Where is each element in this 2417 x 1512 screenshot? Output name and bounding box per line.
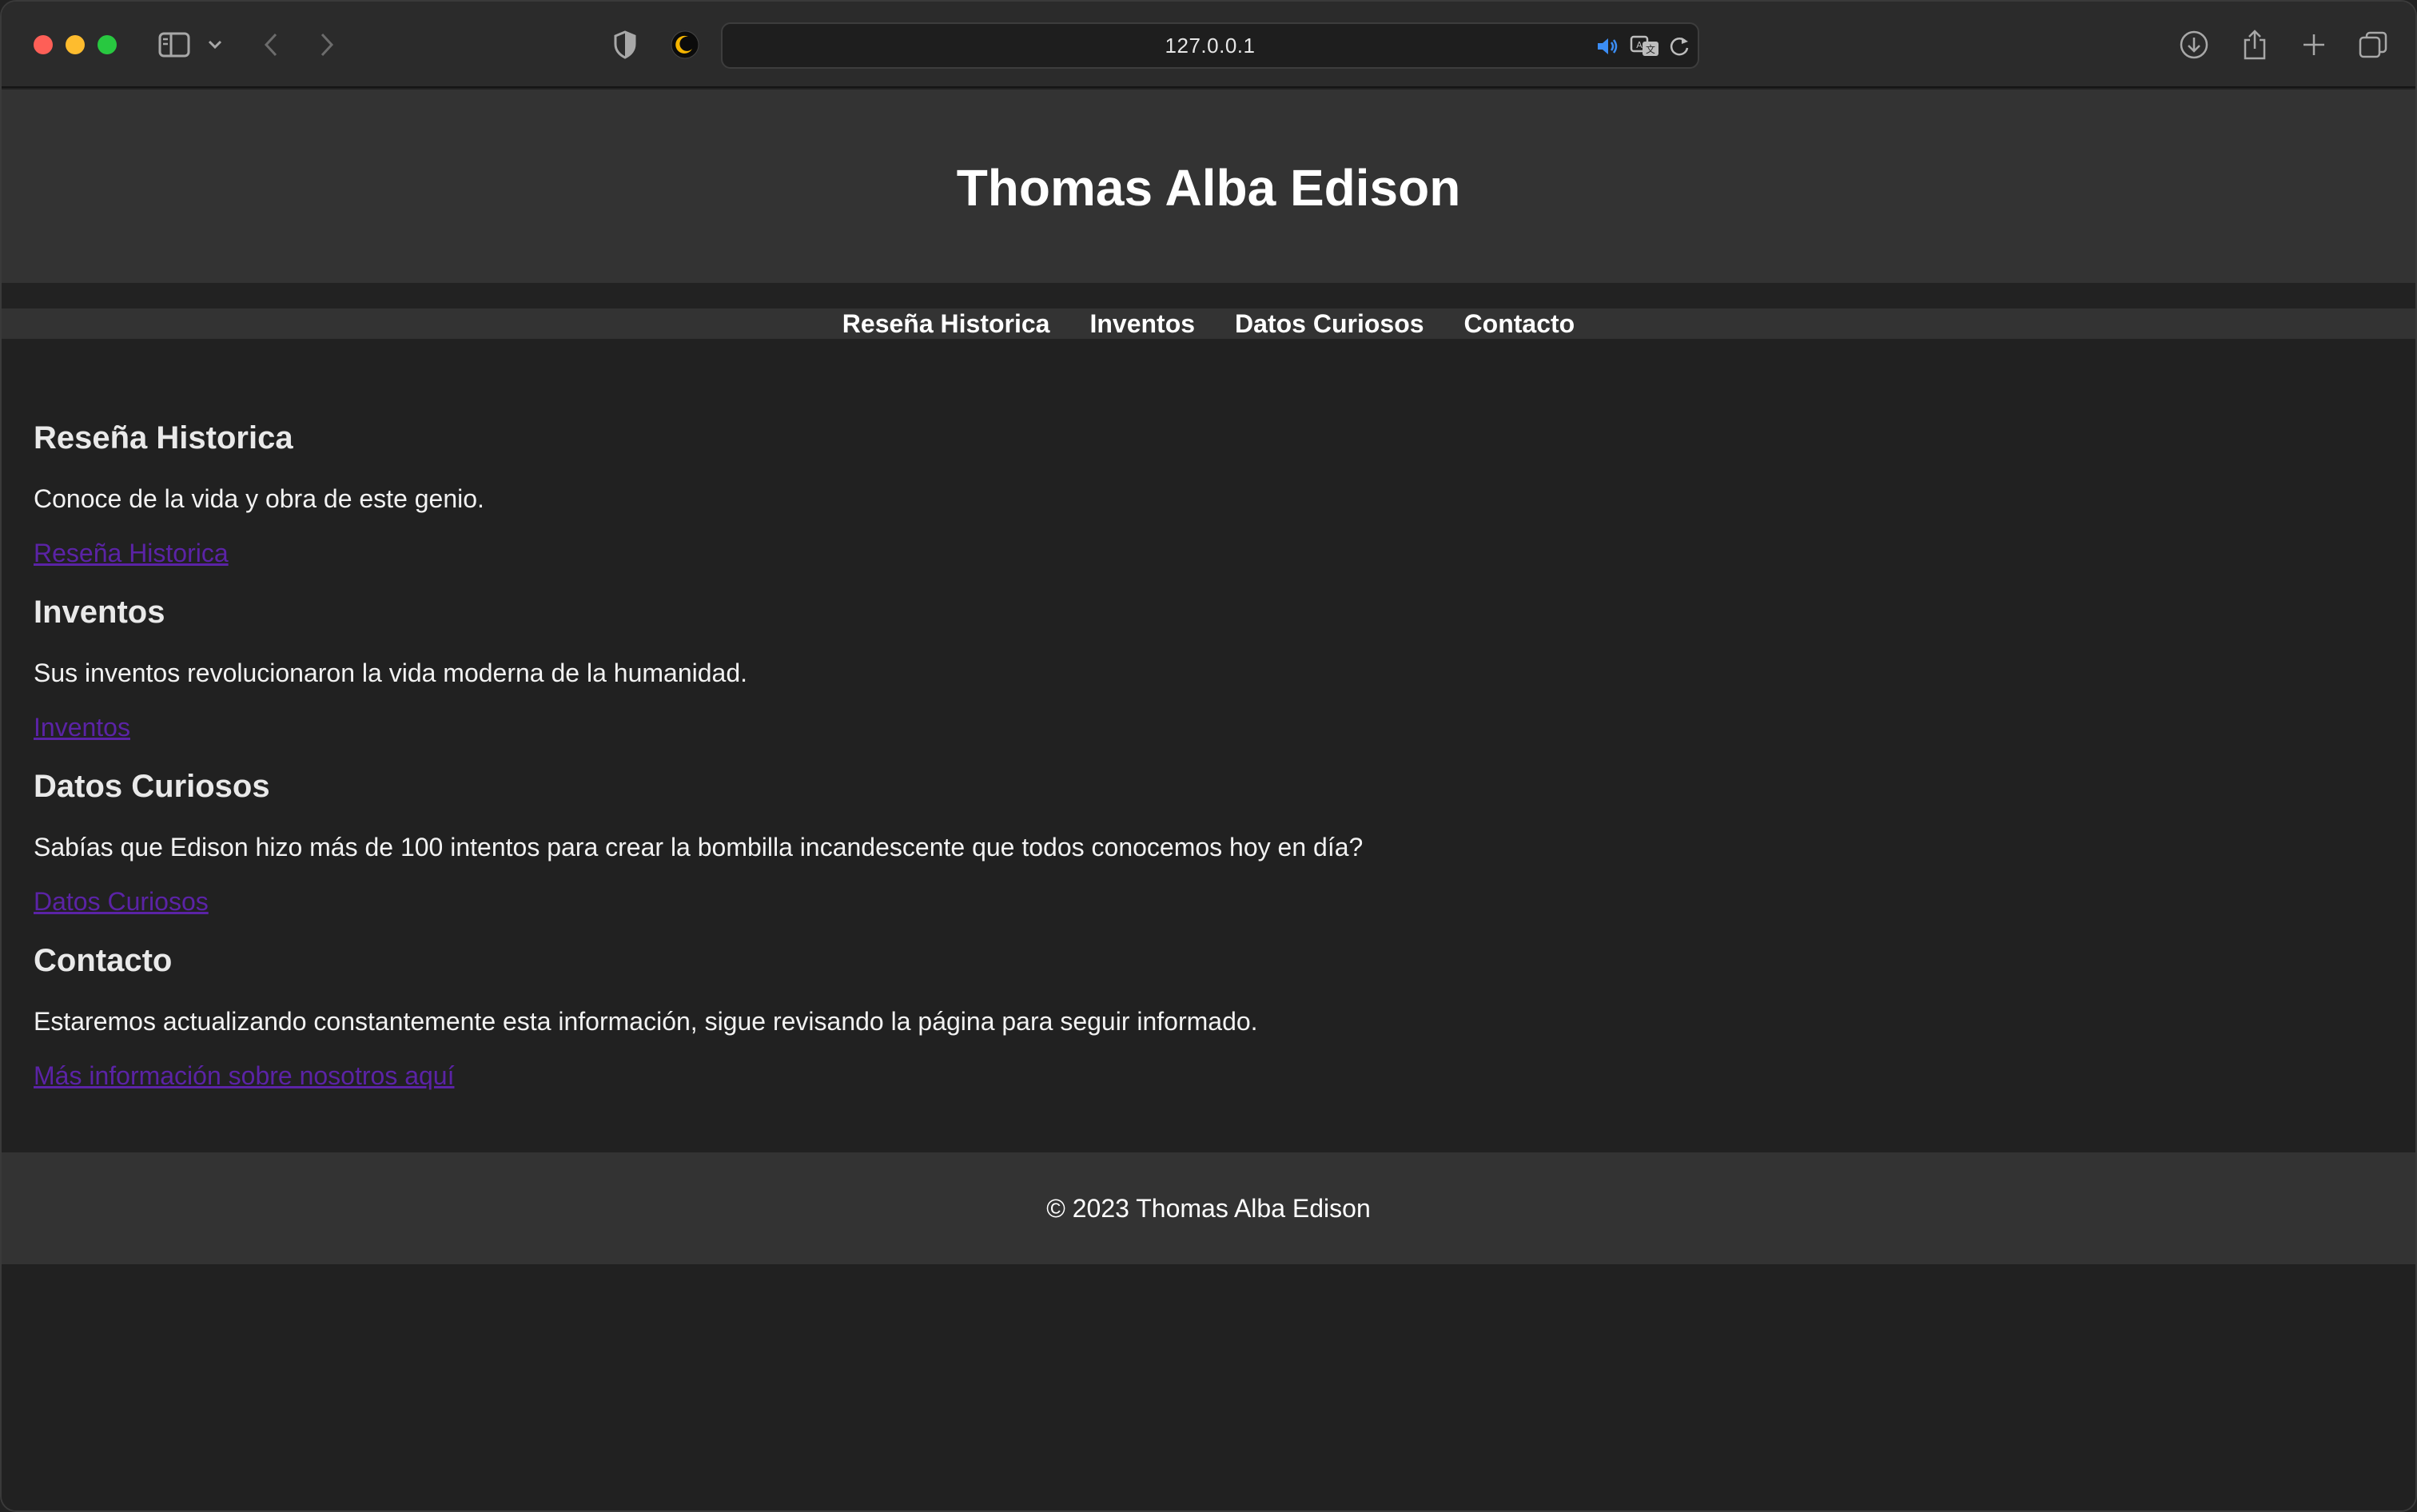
chevron-down-icon[interactable]	[205, 26, 225, 64]
section-heading: Inventos	[34, 595, 165, 630]
browser-toolbar: 127.0.0.1 A 文	[2, 2, 2415, 88]
section-heading: Datos Curiosos	[34, 769, 270, 804]
section-text: Sabías que Edison hizo más de 100 intent…	[34, 833, 1364, 861]
tab-overview-icon[interactable]	[2355, 26, 2391, 64]
section-text: Sus inventos revolucionaron la vida mode…	[34, 659, 747, 687]
svg-text:A: A	[1636, 40, 1643, 50]
web-page: Thomas Alba Edison Reseña Historica Inve…	[2, 90, 2415, 1510]
back-arrow-icon[interactable]	[259, 26, 283, 64]
forward-arrow-icon[interactable]	[315, 26, 339, 64]
address-bar[interactable]: 127.0.0.1 A 文	[721, 22, 1699, 69]
translate-icon[interactable]: A 文	[1629, 27, 1661, 66]
zoom-window-button[interactable]	[98, 35, 117, 54]
section-link-contacto[interactable]: Más información sobre nosotros aquí	[34, 1060, 454, 1092]
site-title: Thomas Alba Edison	[956, 159, 1461, 217]
section-contacto: Contacto Estaremos actualizando constant…	[34, 941, 2383, 1092]
sidebar-toggle-icon[interactable]	[155, 26, 193, 64]
privacy-shield-icon[interactable]	[609, 26, 641, 64]
section-text: Conoce de la vida y obra de este genio.	[34, 484, 484, 513]
browser-window: 127.0.0.1 A 文 Thomas Alba Edison Reseña …	[0, 0, 2417, 1512]
close-window-button[interactable]	[34, 35, 53, 54]
nav-link-datos-curiosos[interactable]: Datos Curiosos	[1235, 309, 1424, 339]
minimize-window-button[interactable]	[66, 35, 85, 54]
svg-text:文: 文	[1646, 43, 1655, 55]
audio-playing-icon[interactable]	[1594, 27, 1621, 66]
downloads-icon[interactable]	[2176, 26, 2212, 64]
site-header: Thomas Alba Edison	[2, 90, 2415, 283]
new-tab-icon[interactable]	[2296, 26, 2332, 64]
section-link-inventos[interactable]: Inventos	[34, 711, 130, 743]
section-resena-historica: Reseña Historica Conoce de la vida y obr…	[34, 419, 2383, 569]
section-text: Estaremos actualizando constantemente es…	[34, 1007, 1258, 1036]
nav-link-inventos[interactable]: Inventos	[1089, 309, 1195, 339]
copyright-text: © 2023 Thomas Alba Edison	[1046, 1193, 1371, 1223]
dark-mode-extension-icon[interactable]	[668, 26, 702, 64]
section-inventos: Inventos Sus inventos revolucionaron la …	[34, 593, 2383, 743]
nav-link-contacto[interactable]: Contacto	[1464, 309, 1575, 339]
section-heading: Reseña Historica	[34, 420, 293, 456]
nav-link-resena-historica[interactable]: Reseña Historica	[842, 309, 1050, 339]
section-link-datos-curiosos[interactable]: Datos Curiosos	[34, 885, 209, 917]
section-datos-curiosos: Datos Curiosos Sabías que Edison hizo má…	[34, 767, 2383, 917]
nav-spacer	[2, 283, 2415, 308]
section-link-resena-historica[interactable]: Reseña Historica	[34, 537, 229, 569]
main-content: Reseña Historica Conoce de la vida y obr…	[2, 339, 2415, 1092]
main-nav: Reseña Historica Inventos Datos Curiosos…	[2, 308, 2415, 339]
url-text[interactable]: 127.0.0.1	[723, 24, 1698, 67]
share-icon[interactable]	[2236, 26, 2273, 64]
section-heading: Contacto	[34, 943, 173, 978]
reload-icon[interactable]	[1666, 27, 1693, 66]
site-footer: © 2023 Thomas Alba Edison	[2, 1152, 2415, 1264]
